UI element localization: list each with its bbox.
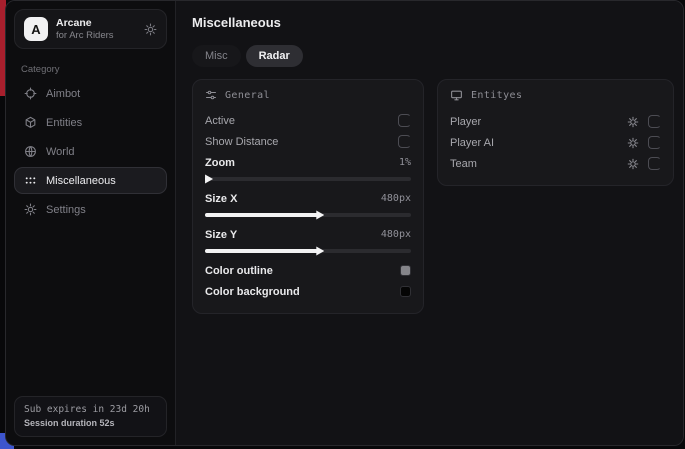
general-card: General Active Show Distance Zoom 1% (192, 79, 424, 314)
sliders-icon (205, 89, 217, 101)
entity-controls (627, 115, 661, 128)
color-outline-swatch[interactable] (400, 265, 411, 276)
grid-dots-icon (24, 174, 37, 187)
player-ai-checkbox[interactable] (648, 136, 661, 149)
sidebar-item-settings[interactable]: Settings (14, 196, 167, 223)
active-checkbox[interactable] (398, 114, 411, 127)
entity-label: Player AI (450, 137, 494, 149)
size-x-slider[interactable] (205, 213, 411, 217)
app-subtitle: for Arc Riders (56, 30, 114, 42)
sidebar-item-entities[interactable]: Entities (14, 109, 167, 136)
entity-label: Player (450, 116, 481, 128)
entity-label: Team (450, 158, 477, 170)
player-checkbox[interactable] (648, 115, 661, 128)
setting-row-zoom: Zoom 1% (205, 152, 411, 173)
size-x-value: 480px (381, 193, 411, 204)
setting-row-size-y: Size Y 480px (205, 224, 411, 245)
page-title: Miscellaneous (192, 15, 674, 30)
sidebar-item-label: World (46, 146, 75, 158)
player-settings-gear-icon[interactable] (627, 116, 639, 128)
cube-icon (24, 116, 37, 129)
sidebar-item-label: Entities (46, 117, 82, 129)
tab-bar: Misc Radar (192, 45, 674, 67)
entities-card: Entityes Player P (437, 79, 674, 186)
monitor-icon (450, 89, 463, 102)
gear-icon (24, 203, 37, 216)
entities-card-title: Entityes (471, 90, 522, 101)
size-y-slider[interactable] (205, 249, 411, 253)
app-title: Arcane (56, 17, 114, 30)
app-logo-card: A Arcane for Arc Riders (14, 9, 167, 49)
general-card-title: General (225, 90, 270, 101)
sidebar-item-aimbot[interactable]: Aimbot (14, 80, 167, 107)
entity-row-player-ai: Player AI (450, 132, 661, 153)
entity-controls (627, 157, 661, 170)
sub-expiry-text: Sub expires in 23d 20h (24, 404, 157, 415)
size-y-value: 480px (381, 229, 411, 240)
sidebar: A Arcane for Arc Riders Category Aimbot (6, 1, 176, 445)
globe-icon (24, 145, 37, 158)
team-settings-gear-icon[interactable] (627, 158, 639, 170)
tab-misc[interactable]: Misc (192, 45, 241, 67)
color-background-swatch[interactable] (400, 286, 411, 297)
session-duration-text: Session duration 52s (24, 418, 157, 428)
general-card-header: General (205, 89, 411, 101)
sidebar-item-label: Miscellaneous (46, 175, 116, 187)
entity-row-player: Player (450, 111, 661, 132)
sidebar-item-world[interactable]: World (14, 138, 167, 165)
app-window: A Arcane for Arc Riders Category Aimbot (5, 0, 684, 446)
zoom-slider[interactable] (205, 177, 411, 181)
setting-row-size-x: Size X 480px (205, 188, 411, 209)
setting-label: Size X (205, 193, 237, 205)
setting-row-color-background: Color background (205, 281, 411, 302)
zoom-value: 1% (399, 157, 411, 168)
setting-label: Active (205, 115, 235, 127)
sidebar-item-miscellaneous[interactable]: Miscellaneous (14, 167, 167, 194)
app-logo-texts: Arcane for Arc Riders (56, 17, 114, 42)
setting-row-color-outline: Color outline (205, 260, 411, 281)
cards-area: General Active Show Distance Zoom 1% (192, 79, 674, 314)
setting-row-show-distance: Show Distance (205, 131, 411, 152)
sidebar-item-label: Aimbot (46, 88, 80, 100)
sidebar-item-label: Settings (46, 204, 86, 216)
entities-card-header: Entityes (450, 89, 661, 102)
entity-row-team: Team (450, 153, 661, 174)
team-checkbox[interactable] (648, 157, 661, 170)
setting-label: Size Y (205, 229, 237, 241)
size-y-slider-fill (205, 249, 318, 253)
setting-label: Show Distance (205, 136, 278, 148)
tab-radar[interactable]: Radar (246, 45, 303, 67)
setting-label: Zoom (205, 157, 235, 169)
entity-controls (627, 136, 661, 149)
app-logo: A (24, 17, 48, 41)
size-x-slider-fill (205, 213, 318, 217)
setting-row-active: Active (205, 110, 411, 131)
player-ai-settings-gear-icon[interactable] (627, 137, 639, 149)
subscription-info-card: Sub expires in 23d 20h Session duration … (14, 396, 167, 437)
main-content: Miscellaneous Misc Radar General Active (176, 1, 684, 445)
size-y-slider-thumb[interactable] (316, 247, 324, 256)
size-x-slider-thumb[interactable] (316, 211, 324, 220)
zoom-slider-thumb[interactable] (205, 175, 213, 184)
setting-label: Color outline (205, 265, 273, 277)
category-label: Category (21, 64, 160, 75)
app-settings-gear-icon[interactable] (144, 23, 157, 36)
crosshair-icon (24, 87, 37, 100)
setting-label: Color background (205, 286, 300, 298)
show-distance-checkbox[interactable] (398, 135, 411, 148)
